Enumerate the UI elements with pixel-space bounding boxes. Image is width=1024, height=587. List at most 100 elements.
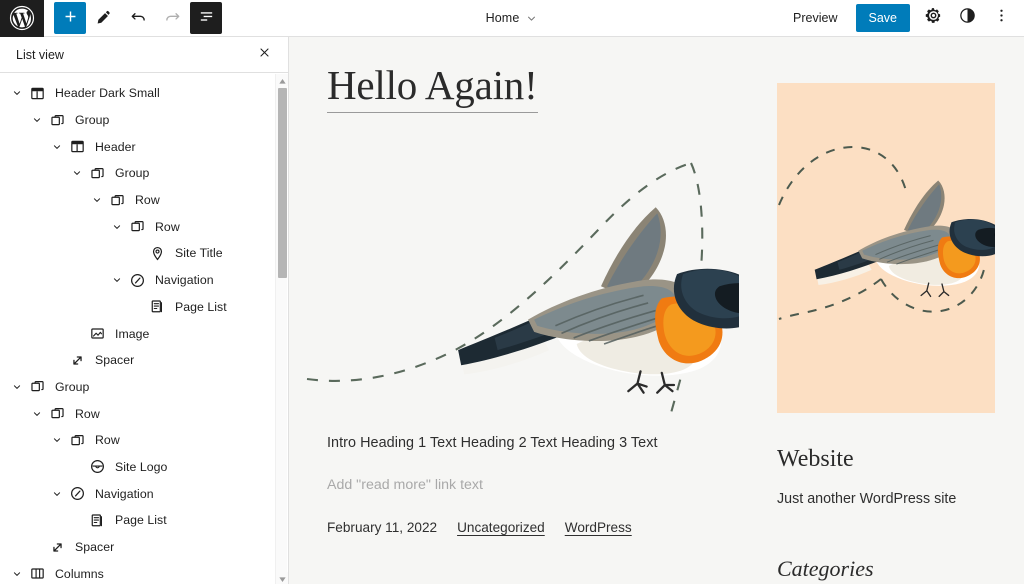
group-icon (26, 376, 48, 398)
page-list-icon (86, 509, 108, 531)
block-tree-item-label: Page List (115, 513, 167, 528)
map-marker-icon (146, 242, 168, 264)
chevron-down-icon[interactable] (8, 565, 26, 583)
chevron-down-icon[interactable] (28, 405, 46, 423)
scrollbar-thumb[interactable] (277, 88, 287, 278)
post-excerpt[interactable]: Intro Heading 1 Text Heading 2 Text Head… (327, 435, 727, 451)
list-view-button[interactable] (190, 2, 222, 34)
group-icon (46, 109, 68, 131)
document-title[interactable]: Home (486, 11, 520, 25)
top-bar-actions: Preview Save (783, 3, 1024, 33)
block-tree-item[interactable]: Group (0, 160, 277, 187)
chevron-down-icon[interactable] (48, 138, 66, 156)
list-view-sidebar: List view Header Dark Small Group Header Gr… (0, 37, 289, 584)
list-view-title: List view (16, 47, 64, 62)
block-tree-item[interactable]: Columns (0, 560, 277, 584)
chevron-down-icon[interactable] (108, 218, 126, 236)
kebab-vertical-icon (992, 6, 1011, 30)
block-tree-item[interactable]: Row (0, 427, 277, 454)
chevron-down-icon[interactable] (108, 271, 126, 289)
scroll-down-button[interactable] (276, 572, 288, 584)
block-tree-item-label: Header (95, 139, 136, 154)
undo-button[interactable] (122, 2, 154, 34)
block-tree-item[interactable]: Header (0, 133, 277, 160)
post-metadata: February 11, 2022 Uncategorized WordPres… (327, 520, 727, 535)
chevron-down-icon[interactable] (48, 485, 66, 503)
edit-tool-button[interactable] (88, 2, 120, 34)
wordpress-logo-button[interactable] (0, 0, 44, 37)
more-options-button[interactable] (986, 3, 1016, 33)
list-view-header: List view (0, 37, 288, 73)
scroll-up-button[interactable] (276, 74, 288, 86)
preview-button[interactable]: Preview (783, 5, 847, 31)
chevron-down-icon[interactable] (88, 191, 106, 209)
block-tree-item-label: Row (155, 219, 180, 234)
post-featured-image[interactable] (299, 137, 805, 437)
close-icon (258, 46, 271, 64)
page-title[interactable]: Hello Again! (327, 62, 538, 113)
template-part-icon (66, 136, 88, 158)
chevron-down-icon[interactable] (28, 111, 46, 129)
chevron-down-icon[interactable] (68, 164, 86, 182)
close-list-view-button[interactable] (252, 43, 276, 67)
block-tree-item[interactable]: Image (0, 320, 277, 347)
sidebar-featured-image[interactable] (777, 83, 995, 413)
chevron-down-icon[interactable] (525, 12, 538, 25)
block-tree-item[interactable]: Row (0, 187, 277, 214)
chevron-down-icon[interactable] (48, 431, 66, 449)
block-tree-item[interactable]: Page List (0, 507, 277, 534)
block-tree-item-label: Spacer (95, 353, 135, 368)
post-category-link[interactable]: Uncategorized (457, 520, 545, 535)
contrast-half-circle-icon (958, 6, 977, 30)
bird-illustration-icon (778, 145, 995, 320)
block-tree[interactable]: Header Dark Small Group Header Group Row Row S… (0, 74, 277, 584)
read-more-placeholder[interactable]: Add "read more" link text (327, 477, 727, 493)
site-title-widget[interactable]: Website (777, 446, 995, 472)
plus-icon (62, 8, 79, 28)
save-button[interactable]: Save (855, 4, 910, 32)
block-tree-item[interactable]: Group (0, 107, 277, 134)
navigation-icon (66, 483, 88, 505)
post-date[interactable]: February 11, 2022 (327, 520, 437, 535)
block-tree-item[interactable]: Page List (0, 294, 277, 321)
block-tree-item[interactable]: Navigation (0, 480, 277, 507)
sidebar-scrollbar[interactable] (275, 74, 288, 584)
block-tree-item[interactable]: Spacer (0, 347, 277, 374)
block-tree-item[interactable]: Row (0, 213, 277, 240)
chevron-down-icon[interactable] (8, 378, 26, 396)
block-tree-item[interactable]: Header Dark Small (0, 80, 277, 107)
group-icon (66, 429, 88, 451)
block-tree-item[interactable]: Spacer (0, 534, 277, 561)
post-meta-block: Intro Heading 1 Text Heading 2 Text Head… (327, 435, 727, 535)
site-tagline-widget[interactable]: Just another WordPress site (777, 491, 995, 507)
block-tree-item-label: Row (75, 406, 100, 421)
block-tree-item[interactable]: Row (0, 400, 277, 427)
categories-heading[interactable]: Categories (777, 556, 995, 582)
image-icon (86, 323, 108, 345)
site-logo-icon (86, 456, 108, 478)
block-tree-item-label: Site Logo (115, 459, 168, 474)
add-block-button[interactable] (54, 2, 86, 34)
post-title-block[interactable]: Hello Again! (327, 62, 687, 113)
block-tree-item-label: Navigation (95, 486, 154, 501)
group-icon (126, 216, 148, 238)
page-list-icon (146, 296, 168, 318)
top-bar-tools (44, 2, 222, 34)
settings-button[interactable] (918, 3, 948, 33)
editor-canvas[interactable]: Hello Again! Intro Heading 1 Text Headin… (289, 37, 1024, 584)
chevron-down-icon[interactable] (8, 84, 26, 102)
styles-button[interactable] (952, 3, 982, 33)
block-tree-item-label: Group (75, 113, 110, 128)
block-tree-item[interactable]: Group (0, 374, 277, 401)
block-tree-item-label: Image (115, 326, 150, 341)
redo-button[interactable] (156, 2, 188, 34)
block-tree-item[interactable]: Site Title (0, 240, 277, 267)
list-view-icon (198, 8, 215, 28)
block-tree-item-label: Header Dark Small (55, 86, 160, 101)
block-tree-item[interactable]: Site Logo (0, 454, 277, 481)
block-tree-item-label: Navigation (155, 273, 214, 288)
post-tag-link[interactable]: WordPress (565, 520, 632, 535)
triangle-down-icon (278, 569, 286, 587)
block-tree-item[interactable]: Navigation (0, 267, 277, 294)
template-part-icon (26, 82, 48, 104)
